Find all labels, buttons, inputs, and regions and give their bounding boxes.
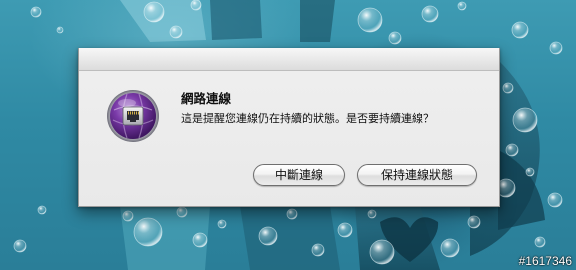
desktop: 網路連線 這是提醒您連線仍在持續的狀態。是否要持續連線？ 中斷連線 保持連線狀態… — [0, 0, 576, 270]
disconnect-button[interactable]: 中斷連線 — [253, 164, 345, 186]
dialog-message: 這是提醒您連線仍在持續的狀態。是否要持續連線？ — [181, 112, 434, 125]
watermark-text: #1617346 — [518, 254, 572, 268]
dialog-titlebar[interactable] — [79, 48, 499, 71]
network-connection-dialog: 網路連線 這是提醒您連線仍在持續的狀態。是否要持續連線？ 中斷連線 保持連線狀態 — [78, 48, 500, 207]
network-connection-icon — [105, 88, 161, 144]
dialog-title: 網路連線 — [181, 91, 232, 106]
keep-connection-button[interactable]: 保持連線狀態 — [357, 164, 477, 186]
